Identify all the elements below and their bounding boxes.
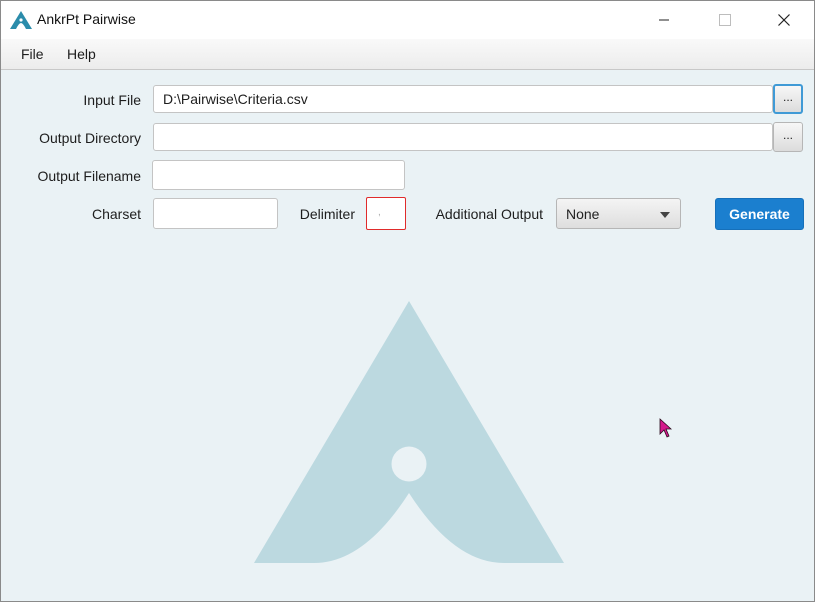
minimize-button[interactable] bbox=[641, 1, 687, 39]
additional-output-selected: None bbox=[566, 206, 600, 222]
delimiter-label: Delimiter bbox=[299, 206, 355, 222]
charset-label: Charset bbox=[91, 206, 141, 222]
app-window: AnkrPt Pairwise File Help Input File D:\… bbox=[0, 0, 815, 602]
additional-output-dropdown[interactable]: None bbox=[556, 198, 681, 229]
input-file-label: Input File bbox=[83, 92, 141, 108]
app-logo-watermark-icon bbox=[254, 301, 564, 563]
menu-bar: File Help bbox=[1, 39, 814, 70]
delimiter-field[interactable]: , bbox=[366, 197, 406, 230]
output-filename-label: Output Filename bbox=[37, 168, 142, 184]
title-bar[interactable]: AnkrPt Pairwise bbox=[1, 1, 814, 39]
generate-button[interactable]: Generate bbox=[715, 198, 804, 230]
additional-output-label: Additional Output bbox=[435, 206, 543, 222]
close-icon bbox=[778, 14, 790, 26]
minimize-icon bbox=[659, 19, 669, 21]
app-logo-icon bbox=[10, 11, 32, 29]
charset-field[interactable] bbox=[153, 198, 278, 229]
menu-file[interactable]: File bbox=[21, 46, 44, 62]
chevron-down-icon bbox=[660, 212, 670, 218]
menu-help[interactable]: Help bbox=[67, 46, 96, 62]
maximize-icon bbox=[719, 14, 731, 26]
input-file-browse-button[interactable]: ... bbox=[773, 84, 803, 114]
main-content: Input File D:\Pairwise\Criteria.csv ... … bbox=[1, 70, 814, 601]
maximize-button[interactable] bbox=[702, 1, 748, 39]
output-directory-label: Output Directory bbox=[39, 130, 141, 146]
input-file-field[interactable]: D:\Pairwise\Criteria.csv bbox=[153, 85, 773, 113]
output-directory-field[interactable] bbox=[153, 123, 773, 151]
mouse-cursor-icon bbox=[659, 418, 673, 438]
output-filename-field[interactable] bbox=[152, 160, 405, 190]
output-directory-browse-button[interactable]: ... bbox=[773, 122, 803, 152]
close-button[interactable] bbox=[761, 1, 807, 39]
window-title: AnkrPt Pairwise bbox=[37, 11, 136, 27]
